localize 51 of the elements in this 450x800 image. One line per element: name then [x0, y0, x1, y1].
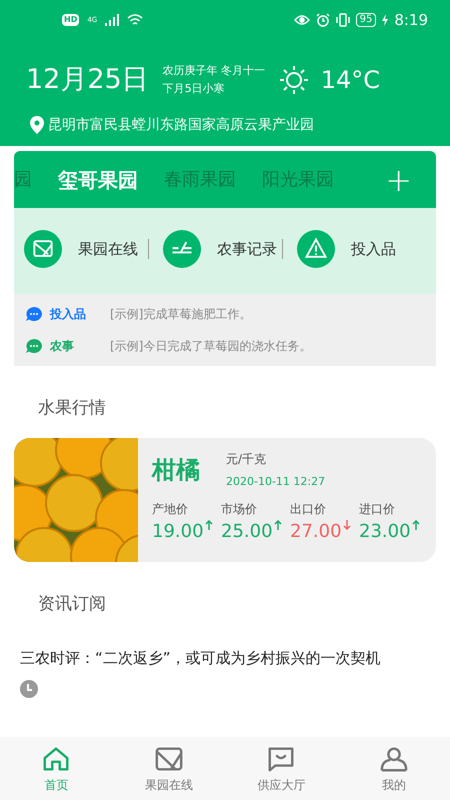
section-title: 水果行情 — [38, 397, 106, 420]
notice-tag: 农事 — [50, 337, 110, 355]
solar-term: 下月5日小寒 — [162, 81, 226, 97]
down-arrow-icon — [342, 520, 351, 530]
nav-tab[interactable]: 我的 — [338, 737, 450, 800]
alarm-icon — [316, 13, 330, 27]
lunar-date: 农历庚子年 冬月十一 — [162, 63, 266, 79]
news-title[interactable]: 三农时评：“二次返乡”，或可成为乡村振兴的一次契机 — [20, 647, 430, 670]
price-label: 产地价 — [152, 501, 189, 518]
section-title: 资讯订阅 — [38, 592, 106, 616]
notice-tag: 投入品 — [50, 305, 110, 323]
up-arrow-icon — [204, 520, 213, 530]
date: 12月25日 — [26, 62, 149, 97]
fruit-name: 柑橘 — [152, 454, 200, 486]
orchard-tab[interactable]: 玺哥果园 — [58, 164, 138, 194]
wifi-icon — [127, 14, 144, 26]
battery-level: 95 — [356, 13, 376, 27]
up-arrow-icon — [274, 520, 282, 530]
vibrate-icon — [336, 13, 350, 27]
price-label: 出口价 — [290, 501, 327, 518]
action-button[interactable]: 果园在线 — [24, 230, 138, 268]
price-unit: 元/千克 — [226, 450, 268, 468]
list-icon — [163, 230, 201, 268]
price-value: 23.00 — [359, 520, 411, 544]
charging-icon — [382, 14, 388, 26]
sun-icon — [278, 65, 309, 95]
location-text: 昆明市富民县螳川东路国家高原云果产业园 — [48, 116, 314, 134]
temperature: 14°C — [320, 65, 380, 96]
warning-icon — [297, 230, 335, 268]
action-button[interactable]: 投入品 — [297, 230, 396, 268]
up-arrow-icon — [412, 520, 420, 530]
update-time: 2020-10-11 12:27 — [226, 474, 326, 490]
price-value: 27.00 — [290, 520, 342, 544]
clock-icon — [20, 680, 38, 698]
price-value: 25.00 — [221, 520, 273, 544]
clock-time: 8:19 — [394, 10, 428, 31]
price-value: 19.00 — [152, 520, 204, 544]
nav-tab[interactable]: 供应大厅 — [225, 737, 338, 800]
price-label: 进口价 — [359, 501, 396, 518]
eye-icon — [294, 14, 310, 26]
nav-tab[interactable]: 果园在线 — [112, 737, 225, 800]
add-button[interactable]: + — [361, 164, 436, 196]
hd-indicator: HD — [62, 14, 80, 26]
notice-text: [示例]今日完成了草莓园的浇水任务。 — [110, 338, 312, 355]
notice-text: [示例]完成草莓施肥工作。 — [110, 306, 252, 323]
location-pin-icon — [30, 116, 44, 134]
action-button[interactable]: 农事记录 — [163, 230, 277, 268]
nav-tab[interactable]: 首页 — [0, 737, 112, 800]
monitor-icon — [24, 230, 62, 268]
price-label: 市场价 — [221, 501, 258, 518]
signal-icon — [105, 14, 120, 26]
